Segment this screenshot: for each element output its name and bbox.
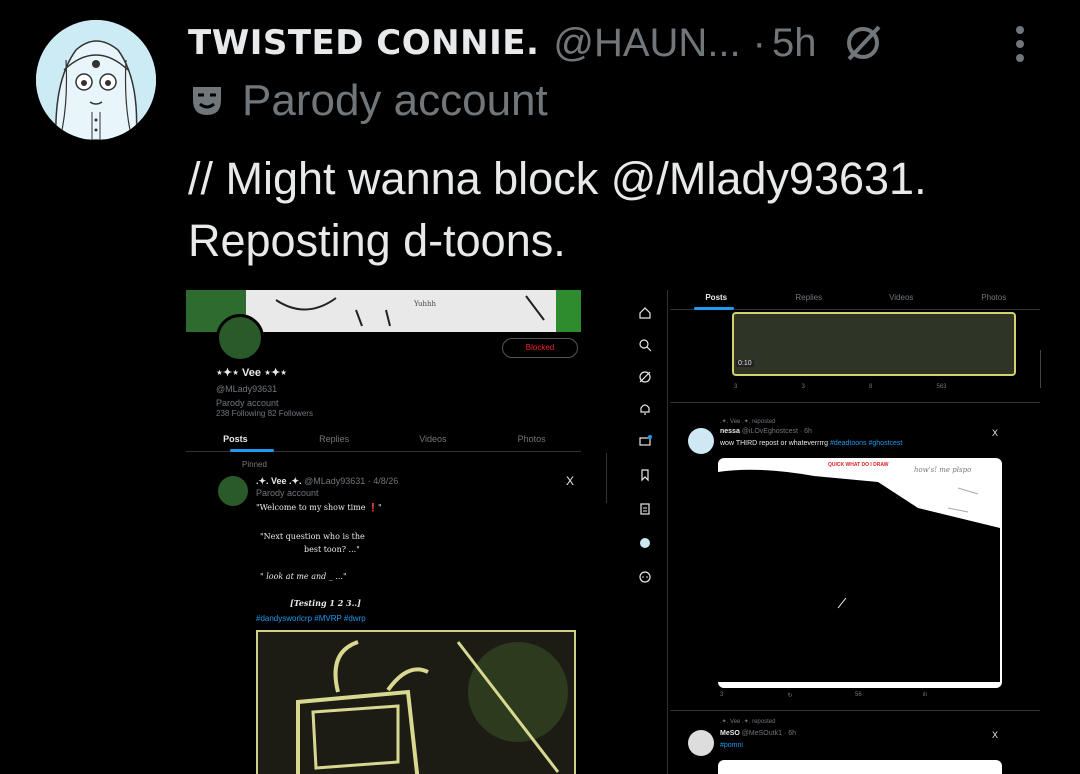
x-logo-icon: X xyxy=(992,428,999,438)
divider xyxy=(606,453,607,503)
post-line: "Welcome to my show time ❗" xyxy=(256,503,382,512)
post-text: #pomni xyxy=(720,742,743,749)
separator-dot: · xyxy=(752,20,766,65)
follow-stats: 238 Following 82 Followers xyxy=(216,409,313,418)
post-line: " look at me and _ ..." xyxy=(260,572,347,581)
grok-icon[interactable] xyxy=(638,370,652,384)
profile-screenshot: Yuhhh Blocked ⋆✦⋆ Vee ⋆✦⋆ @MLady93631 Pa… xyxy=(186,290,608,774)
reply-count[interactable]: 3 xyxy=(734,384,802,390)
post-header: .✦. Vee .✦. @MLady93631 · 4/8/26 xyxy=(256,476,398,487)
post-actions: 3 ↻ 56 ılı xyxy=(720,692,990,699)
redacted-drawing xyxy=(718,469,1000,682)
post-actions: 3 3 8 563 xyxy=(734,384,1004,390)
author-avatar[interactable] xyxy=(36,20,156,140)
parody-label: Parody account xyxy=(242,76,548,125)
bookmarks-icon[interactable] xyxy=(638,468,652,482)
video-thumbnail[interactable] xyxy=(732,312,1016,376)
feed-screenshot: Posts Replies Videos Photos 0:10 3 3 8 5… xyxy=(670,290,1080,774)
x-logo-icon: X xyxy=(566,474,575,488)
tab-photos[interactable]: Photos xyxy=(482,430,581,451)
tweet-media[interactable]: Yuhhh Blocked ⋆✦⋆ Vee ⋆✦⋆ @MLady93631 Pa… xyxy=(186,290,1080,774)
avatar-drawing xyxy=(36,20,156,140)
post-image[interactable]: QUICK WHAT DO I DRAW how's! me plspo xyxy=(718,458,1002,688)
post-name: .✦. Vee .✦. xyxy=(256,476,305,486)
repost-count[interactable]: 3 xyxy=(802,384,870,390)
messages-icon[interactable] xyxy=(638,434,652,448)
user-avatar[interactable] xyxy=(688,730,714,756)
tweet-header: TWISTED CONNIE. @HAUN... · 5h xyxy=(188,18,1048,68)
post-image[interactable] xyxy=(256,630,576,774)
active-tab-indicator xyxy=(230,449,274,452)
tweet-text-line: Reposting d-toons. xyxy=(188,215,566,266)
user-name: MeSO xyxy=(720,730,740,737)
repost-count[interactable]: ↻ xyxy=(788,692,856,699)
repost-label: .✦. Vee .✦. reposted xyxy=(720,419,776,425)
post-header: MeSO @MeSOutk1 · 6h xyxy=(720,730,796,737)
post-text-body: wow THIRD repost or whateverrrrg xyxy=(720,440,830,447)
x-logo-icon: X xyxy=(992,730,999,740)
home-icon[interactable] xyxy=(638,306,652,320)
post-hashtags[interactable]: #dandysworlcrp #MVRP #dwrp xyxy=(256,614,366,623)
tab-replies[interactable]: Replies xyxy=(285,430,384,451)
user-name: nessa xyxy=(720,428,740,435)
profile-avatar xyxy=(216,314,264,362)
post-image[interactable] xyxy=(718,760,1002,774)
tab-videos[interactable]: Videos xyxy=(855,290,948,309)
tweet-text-line: // Might wanna block @/Mlady93631. xyxy=(188,153,927,204)
post-line: [Testing 1 2 3..] xyxy=(290,598,361,608)
post-hashtags[interactable]: #pomni xyxy=(720,742,743,749)
post-header: nessa @iLOvEghostcest · 6h xyxy=(720,428,812,435)
post-handle-date: @MLady93631 · 4/8/26 xyxy=(304,476,399,486)
view-count[interactable]: ılı xyxy=(923,692,991,699)
blocked-button[interactable]: Blocked xyxy=(502,338,578,358)
tab-videos[interactable]: Videos xyxy=(384,430,483,451)
post-image-drawing xyxy=(258,632,574,774)
timestamp[interactable]: 5h xyxy=(772,21,817,66)
tab-replies[interactable]: Replies xyxy=(763,290,856,309)
user-handle: @iLOvEghostcest · 6h xyxy=(741,428,812,435)
divider xyxy=(670,402,1040,403)
display-name[interactable]: TWISTED CONNIE. xyxy=(188,23,539,63)
user-handle[interactable]: @HAUN... xyxy=(553,21,740,66)
video-duration: 0:10 xyxy=(736,360,754,367)
post-hashtags[interactable]: #deadtoons #ghostcest xyxy=(830,440,902,447)
user-avatar[interactable] xyxy=(688,428,714,454)
search-icon[interactable] xyxy=(638,338,652,352)
tweet-body: // Might wanna block @/Mlady93631. Repos… xyxy=(188,148,1058,272)
banner-text: Yuhhh xyxy=(413,300,437,308)
pinned-label: Pinned xyxy=(242,460,267,469)
tab-posts[interactable]: Posts xyxy=(186,430,285,451)
divider xyxy=(670,710,1040,711)
notifications-icon[interactable] xyxy=(638,402,652,416)
repost-label: .✦. Vee .✦. reposted xyxy=(720,719,776,725)
tab-photos[interactable]: Photos xyxy=(948,290,1041,309)
post-avatar xyxy=(218,476,248,506)
active-tab-indicator xyxy=(694,307,734,310)
view-count[interactable]: 563 xyxy=(937,384,1005,390)
scrollbar[interactable] xyxy=(1040,350,1041,388)
post-text: wow THIRD repost or whateverrrrg #deadto… xyxy=(720,440,902,447)
more-options-icon[interactable] xyxy=(1012,24,1028,64)
grok-icon[interactable] xyxy=(843,23,883,63)
post-parody: Parody account xyxy=(256,488,319,498)
nav-rail xyxy=(622,290,668,774)
parody-badge: Parody account xyxy=(190,76,548,126)
post-line: best toon? ..." xyxy=(304,545,360,554)
more-icon[interactable] xyxy=(638,570,652,584)
lists-icon[interactable] xyxy=(638,502,652,516)
profile-icon[interactable] xyxy=(638,536,652,550)
profile-handle: @MLady93631 xyxy=(216,384,278,394)
post-line: "Next question who is the xyxy=(260,532,365,541)
reply-count[interactable]: 3 xyxy=(720,692,788,699)
like-count[interactable]: 8 xyxy=(869,384,937,390)
profile-name: ⋆✦⋆ Vee ⋆✦⋆ xyxy=(216,367,288,379)
like-count[interactable]: 56 xyxy=(855,692,923,699)
user-handle: @MeSOutk1 · 6h xyxy=(741,730,796,737)
profile-parody: Parody account xyxy=(216,398,279,408)
theater-mask-icon xyxy=(193,87,221,115)
